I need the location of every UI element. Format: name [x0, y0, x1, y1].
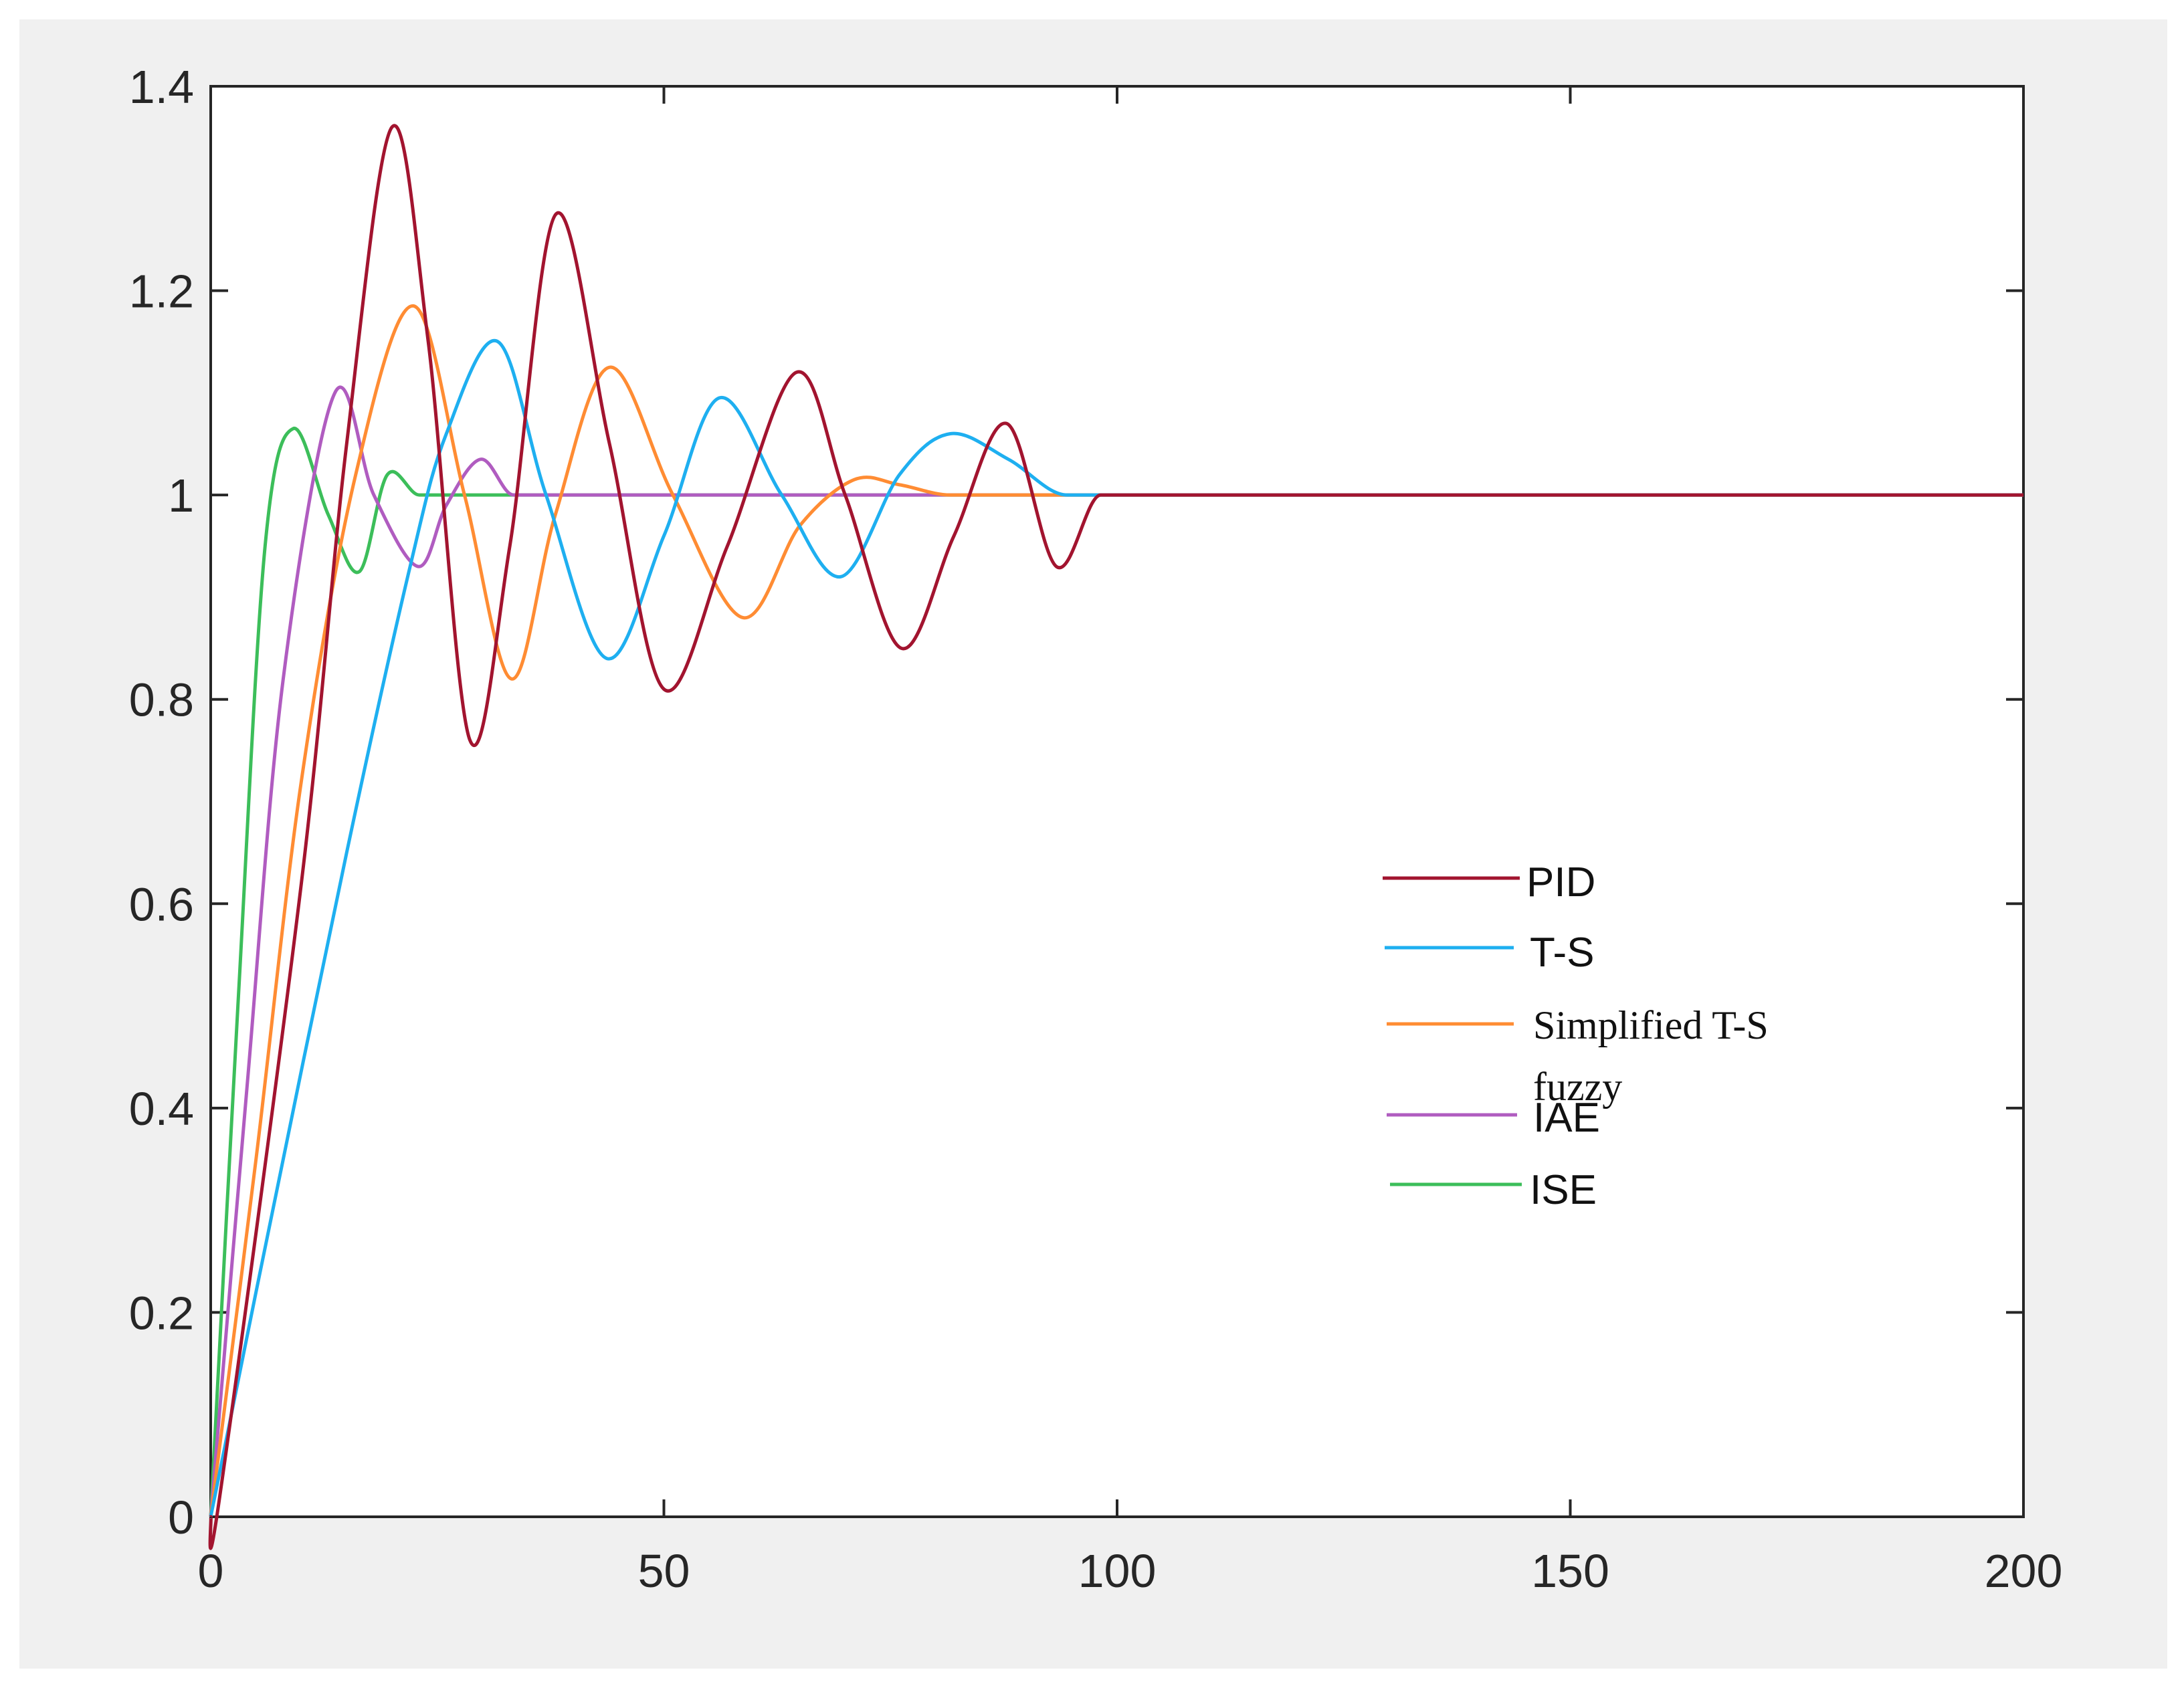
y-tick-label: 0: [168, 1491, 194, 1544]
y-tick-label: 0.2: [129, 1287, 194, 1339]
legend-label: PID: [1526, 859, 1595, 906]
line-chart: 0 50 100 150 20000.20.40.60.811.21.4 PIDT-SS…: [129, 61, 2063, 1597]
y-tick-label: 1.2: [129, 266, 194, 318]
y-tick-label: 1: [168, 469, 194, 522]
y-tick-label: 1.4: [129, 61, 194, 113]
x-tick-label: 200: [1985, 1545, 2063, 1597]
x-tick-label: 100: [1078, 1545, 1157, 1597]
legend-label: ISE: [1530, 1167, 1597, 1213]
y-tick-label: 0.6: [129, 878, 194, 930]
y-tick-label: 0.4: [129, 1083, 194, 1135]
y-tick-label: 0.8: [129, 674, 194, 726]
plot-area: [209, 85, 2025, 1518]
x-tick-label: 0: [198, 1545, 224, 1597]
x-tick-label: 50: [638, 1545, 690, 1597]
legend-label: T-S: [1530, 930, 1594, 976]
x-tick-label: 150: [1531, 1545, 1609, 1597]
legend-label: IAE: [1533, 1095, 1600, 1141]
